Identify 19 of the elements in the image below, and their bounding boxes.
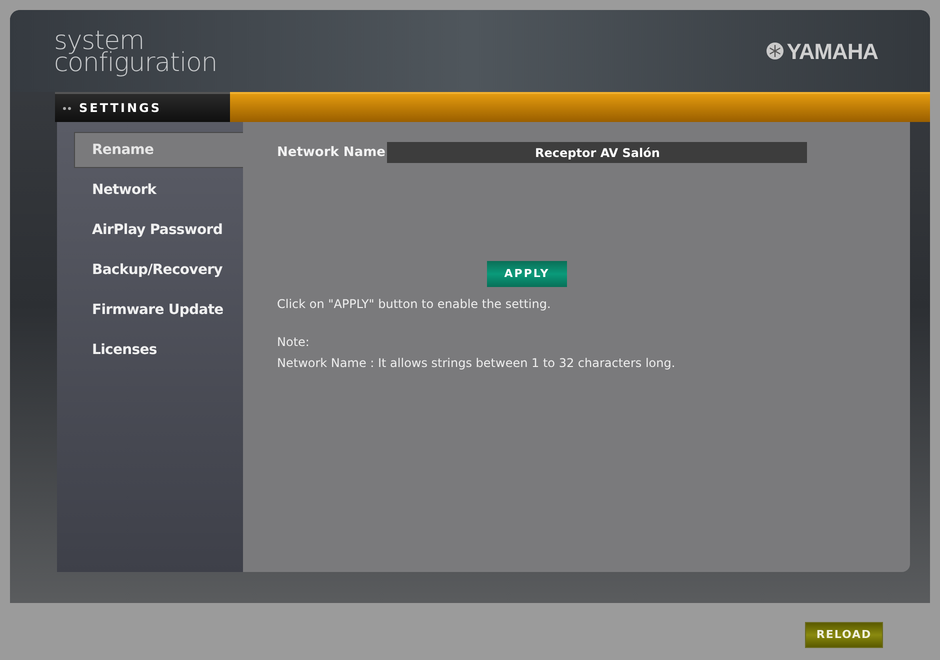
network-name-field[interactable]: Receptor AV Salón (387, 142, 808, 163)
sidebar-item[interactable]: Backup/Recovery (75, 252, 243, 288)
sidebar-item[interactable]: Licenses (75, 332, 243, 368)
sidebar-item[interactable]: Firmware Update (75, 292, 243, 328)
instruction-text: Click on "APPLY" button to enable the setting. (277, 296, 552, 313)
note-text: Network Name : It allows strings between 1 to 32 characters long. (277, 355, 676, 372)
sidebar-item[interactable]: Rename (74, 132, 243, 168)
app-title: system (54, 30, 144, 52)
sidebar-item[interactable]: AirPlay Password (75, 212, 243, 248)
apply-button[interactable]: APPLY (487, 261, 567, 287)
sidebar-item[interactable]: Network (75, 172, 243, 208)
app-title: configuration (54, 52, 218, 74)
dots-icon (63, 106, 71, 110)
brand-logo: YAMAHA (786, 38, 878, 66)
reload-button[interactable]: RELOAD (805, 622, 883, 648)
note-title: Note: (277, 334, 310, 351)
tab-label: SETTINGS (79, 100, 162, 117)
emblem-icon (766, 42, 784, 60)
field-label: Network Name (277, 144, 386, 162)
